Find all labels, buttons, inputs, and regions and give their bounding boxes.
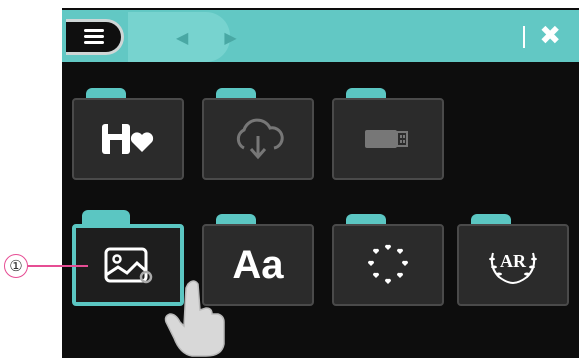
screen: ◀ ▶ ✖ Aa AR <box>62 8 579 358</box>
cloud-download-icon <box>202 98 314 180</box>
close-button[interactable]: ✖ <box>539 21 561 51</box>
back-arrow-icon[interactable]: ◀ <box>176 28 188 47</box>
callout-number: ① <box>4 254 28 278</box>
folder-usb-storage[interactable] <box>332 88 444 180</box>
monogram-wreath-icon: AR <box>457 224 569 306</box>
hamburger-menu-icon <box>83 29 104 45</box>
heart-frame-icon <box>332 224 444 306</box>
svg-text:AR: AR <box>500 251 527 271</box>
folder-cloud-download[interactable] <box>202 88 314 180</box>
folder-frame-pattern[interactable] <box>332 214 444 306</box>
usb-drive-icon <box>332 98 444 180</box>
top-bar: ◀ ▶ ✖ <box>62 10 579 62</box>
font-icon-label: Aa <box>232 242 284 287</box>
forward-arrow-icon[interactable]: ▶ <box>224 28 236 47</box>
folder-monogram[interactable]: AR <box>457 214 569 306</box>
floppy-heart-icon <box>72 98 184 180</box>
pointing-hand-icon <box>162 278 232 363</box>
menu-button[interactable] <box>66 19 124 55</box>
folder-saved-favorites[interactable] <box>72 88 184 180</box>
callout-line <box>28 265 88 267</box>
nav-arrows: ◀ ▶ <box>128 12 237 62</box>
separator <box>523 26 525 48</box>
